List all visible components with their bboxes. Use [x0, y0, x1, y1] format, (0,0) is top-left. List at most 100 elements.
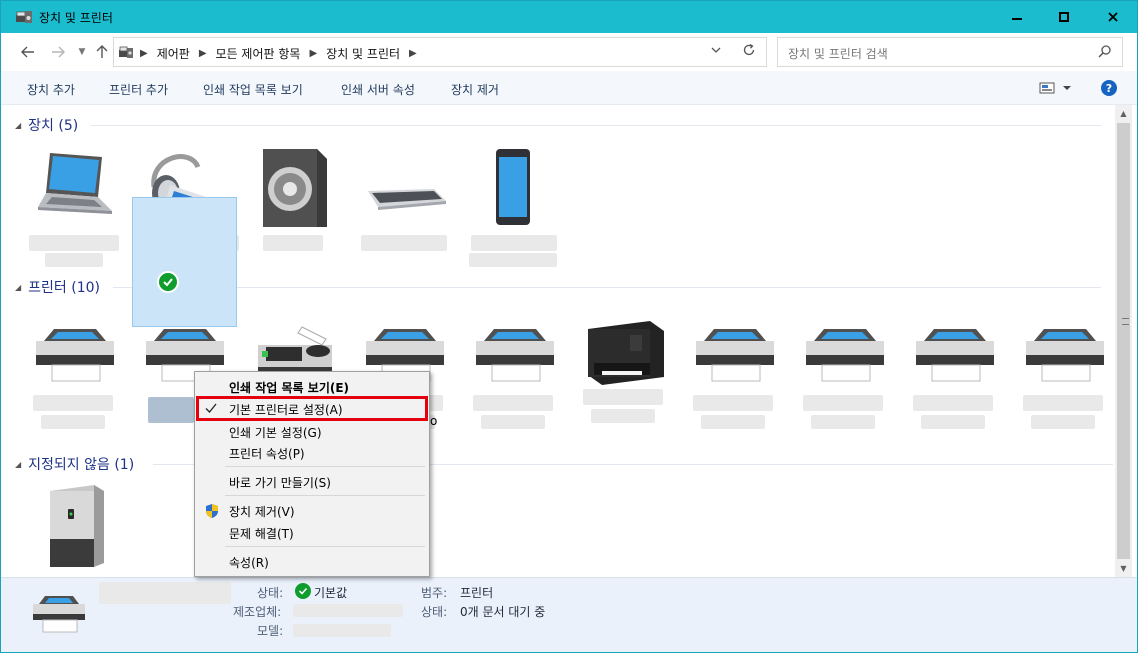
collapse-triangle-icon[interactable]: ◢: [15, 121, 21, 130]
breadcrumb-devices-printers[interactable]: 장치 및 프린터: [326, 45, 400, 62]
multifunction-printer-icon: [582, 317, 668, 390]
breadcrumb-control-panel[interactable]: 제어판: [157, 45, 190, 62]
printer-icon: [472, 323, 558, 388]
address-bar[interactable]: ▶ 제어판 ▶ 모든 제어판 항목 ▶ 장치 및 프린터 ▶: [113, 37, 767, 67]
collapse-triangle-icon[interactable]: ◢: [15, 283, 21, 292]
obscured-label: [811, 415, 875, 429]
laptop-icon: [38, 153, 112, 214]
refresh-icon[interactable]: [742, 43, 756, 61]
back-arrow-icon[interactable]: [19, 43, 37, 61]
up-arrow-icon[interactable]: [93, 43, 111, 61]
change-view-icon[interactable]: [1039, 82, 1073, 97]
default-check-icon: [295, 583, 311, 599]
obscured-label: [33, 395, 113, 411]
devices-printers-icon: [15, 9, 33, 25]
obscured-label: [701, 415, 765, 429]
scroll-up-arrow-icon[interactable]: ▲: [1115, 105, 1132, 122]
group-header-printers[interactable]: ◢ 프린터 (10): [15, 277, 100, 297]
obscured-label: [591, 409, 655, 423]
scroll-down-arrow-icon[interactable]: ▼: [1115, 560, 1132, 577]
manufacturer-label: 제조업체:: [233, 605, 282, 619]
speaker-icon: [263, 149, 327, 227]
obscured-label: [693, 395, 773, 411]
search-box[interactable]: 장치 및 프린터 검색: [777, 37, 1123, 67]
phone-icon: [496, 149, 530, 225]
group-header-unspecified[interactable]: ◢ 지정되지 않음 (1): [15, 454, 134, 474]
keyboard-icon: [368, 189, 446, 210]
status-label: 상태:: [257, 586, 284, 600]
help-icon[interactable]: ?: [1101, 80, 1117, 96]
annotation-highlight-box: [196, 396, 428, 421]
search-input[interactable]: 장치 및 프린터 검색: [788, 45, 888, 62]
breadcrumb: ▶ 제어판 ▶ 모든 제어판 항목 ▶ 장치 및 프린터 ▶: [140, 45, 426, 62]
printer-item[interactable]: [903, 323, 1007, 453]
category-label: 범주:: [421, 586, 448, 600]
chevron-right-icon[interactable]: ▶: [409, 48, 417, 59]
printer-item[interactable]: [463, 323, 567, 453]
remove-device-button[interactable]: 장치 제거: [451, 81, 499, 98]
menu-item-printer-properties[interactable]: 프린터 속성(P): [229, 445, 305, 462]
breadcrumb-all-items[interactable]: 모든 제어판 항목: [216, 45, 301, 62]
device-item[interactable]: [21, 147, 125, 277]
obscured-label: [41, 415, 105, 429]
close-button[interactable]: [1088, 1, 1137, 32]
menu-item-remove-device[interactable]: 장치 제거(V): [229, 503, 295, 520]
details-pane: 상태: 기본값 제조업체: 모델: 범주: 프린터 상태: 0개 문서 대기 중: [1, 577, 1137, 652]
queue-status-label: 상태:: [421, 605, 448, 619]
obscured-label: [803, 395, 883, 411]
vertical-scrollbar[interactable]: ▲ ▼: [1115, 105, 1132, 577]
printer-item[interactable]: [23, 323, 127, 453]
address-dropdown-icon[interactable]: [711, 45, 721, 58]
chevron-right-icon[interactable]: ▶: [140, 48, 148, 59]
device-item[interactable]: [241, 147, 345, 277]
forward-arrow-icon[interactable]: [49, 43, 67, 61]
device-item[interactable]: [351, 147, 455, 277]
status-value: 기본값: [314, 586, 348, 600]
menu-item-troubleshoot[interactable]: 문제 해결(T): [229, 525, 294, 542]
obscured-label: [913, 395, 993, 411]
printer-icon: [1022, 323, 1108, 388]
printer-item[interactable]: [793, 323, 897, 453]
see-print-queue-button[interactable]: 인쇄 작업 목록 보기: [203, 81, 303, 98]
printer-label-fragment: o: [430, 414, 438, 428]
menu-item-properties[interactable]: 속성(R): [229, 554, 269, 571]
add-printer-button[interactable]: 프린터 추가: [109, 81, 168, 98]
obscured-label: [1023, 395, 1103, 411]
window-title: 장치 및 프린터: [39, 11, 113, 25]
model-label: 모델:: [257, 624, 284, 638]
printer-icon: [912, 323, 998, 388]
category-value: 프린터: [460, 586, 494, 600]
printer-item[interactable]: [573, 317, 677, 447]
navigation-bar: ▼ ▶ 제어판 ▶ 모든 제어판 항목 ▶ 장치 및 프린터 ▶ 장치 및 프린…: [1, 33, 1137, 71]
printer-item[interactable]: [1013, 323, 1117, 453]
printer-icon: [692, 323, 778, 388]
menu-separator: [225, 466, 425, 467]
chevron-right-icon[interactable]: ▶: [199, 48, 207, 59]
title-bar[interactable]: 장치 및 프린터: [1, 1, 1137, 33]
obscured-label: [921, 415, 985, 429]
search-icon[interactable]: [1098, 44, 1112, 61]
default-check-icon: [157, 271, 179, 293]
menu-item-create-shortcut[interactable]: 바로 가기 만들기(S): [229, 474, 331, 491]
control-panel-icon: [118, 45, 134, 64]
divider: [91, 125, 1101, 126]
printer-icon: [33, 596, 85, 633]
group-header-devices[interactable]: ◢ 장치 (5): [15, 115, 78, 135]
obscured-label: [473, 395, 553, 411]
collapse-triangle-icon[interactable]: ◢: [15, 460, 21, 469]
add-device-button[interactable]: 장치 추가: [27, 81, 75, 98]
obscured-label: [1031, 415, 1095, 429]
menu-item-printing-preferences[interactable]: 인쇄 기본 설정(G): [229, 424, 322, 441]
recent-locations-chevron-icon[interactable]: ▼: [73, 43, 91, 61]
devices-printers-window: 장치 및 프린터 ▼ ▶ 제어판 ▶ 모든 제어판 항목 ▶ 장치 및 프린터 …: [0, 0, 1138, 653]
minimize-button[interactable]: [994, 1, 1040, 32]
queue-status-value: 0개 문서 대기 중: [460, 605, 546, 619]
device-item[interactable]: [461, 147, 565, 277]
scrollbar-thumb[interactable]: [1117, 123, 1130, 559]
maximize-button[interactable]: [1041, 1, 1087, 32]
printer-item[interactable]: [683, 323, 787, 453]
selected-printer-highlight[interactable]: [132, 197, 237, 327]
menu-item-see-print-queue[interactable]: 인쇄 작업 목록 보기(E): [229, 379, 349, 396]
chevron-right-icon[interactable]: ▶: [309, 48, 317, 59]
print-server-properties-button[interactable]: 인쇄 서버 속성: [341, 81, 415, 98]
